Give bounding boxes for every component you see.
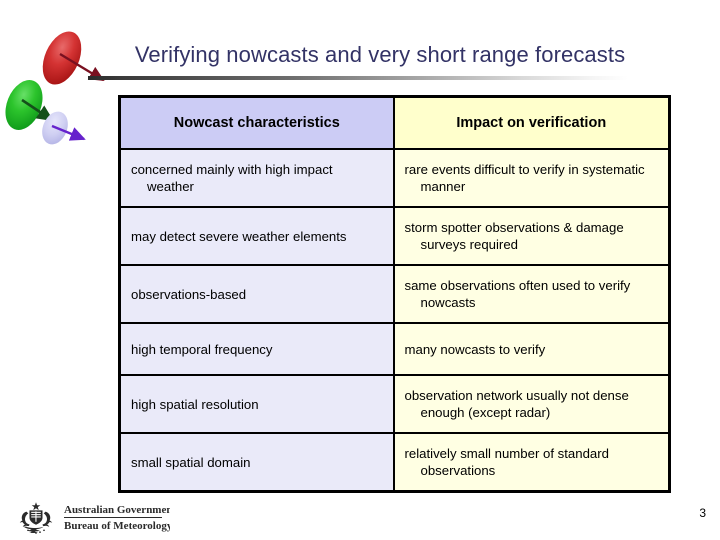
title-block: Verifying nowcasts and very short range … [0, 40, 720, 80]
cell-impact: observation network usually not dense en… [392, 374, 671, 434]
table-row: observations-based same observations oft… [118, 264, 671, 324]
comparison-table: Nowcast characteristics Impact on verifi… [118, 95, 671, 493]
table-row: high temporal frequency many nowcasts to… [118, 322, 671, 376]
cell-characteristic: observations-based [118, 264, 395, 324]
lavender-ellipse-icon [42, 111, 68, 145]
cell-characteristic: high temporal frequency [118, 322, 395, 376]
australian-coat-of-arms-icon [19, 502, 53, 534]
cell-impact: same observations often used to verify n… [392, 264, 671, 324]
logo-org-line1: Australian Government [64, 504, 170, 516]
violet-arrow-icon [51, 124, 86, 141]
cell-characteristic: small spatial domain [118, 432, 395, 493]
table-row: may detect severe weather elements storm… [118, 206, 671, 266]
table-row: small spatial domain relatively small nu… [118, 432, 671, 493]
cell-impact: storm spotter observations & damage surv… [392, 206, 671, 266]
table-row: concerned mainly with high impact weathe… [118, 148, 671, 208]
table-row: high spatial resolution observation netw… [118, 374, 671, 434]
cell-characteristic: may detect severe weather elements [118, 206, 395, 266]
decorative-ellipse-cluster [0, 14, 112, 146]
comparison-table-container: Nowcast characteristics Impact on verifi… [118, 95, 671, 493]
bom-logo: Australian Government Bureau of Meteorol… [10, 499, 176, 535]
page-title: Verifying nowcasts and very short range … [134, 42, 626, 67]
cell-impact: many nowcasts to verify [392, 322, 671, 376]
title-divider [88, 76, 628, 80]
column-header-impact-on-verification: Impact on verification [392, 95, 671, 150]
cell-impact: rare events difficult to verify in syste… [392, 148, 671, 208]
green-ellipse-icon [5, 80, 43, 130]
cell-characteristic: high spatial resolution [118, 374, 395, 434]
table-header-row: Nowcast characteristics Impact on verifi… [118, 95, 671, 150]
cell-characteristic: concerned mainly with high impact weathe… [118, 148, 395, 208]
page-number: 3 [699, 506, 706, 520]
column-header-nowcast-characteristics: Nowcast characteristics [118, 95, 395, 150]
green-arrow-icon [21, 98, 54, 122]
cell-impact: relatively small number of standard obse… [392, 432, 671, 493]
logo-org-line2: Bureau of Meteorology [64, 520, 170, 532]
